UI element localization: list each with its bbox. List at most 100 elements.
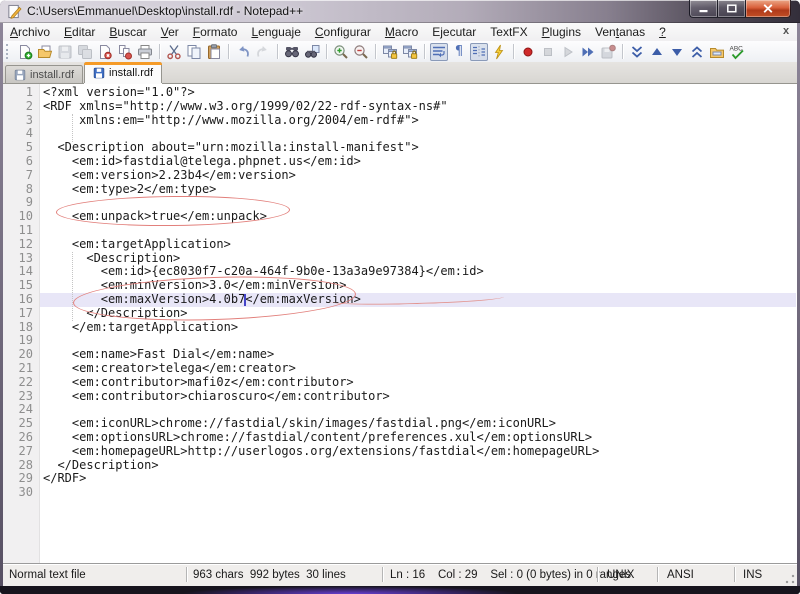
sync-vertical-icon[interactable] xyxy=(381,43,399,61)
code-line-3: 3 xmlns:em="http://www.mozilla.org/2004/… xyxy=(3,113,797,128)
status-encoding[interactable]: ANSI xyxy=(667,564,694,586)
line-number[interactable]: 11 xyxy=(3,223,39,238)
code-line-5: 5 <Description about="urn:mozilla:instal… xyxy=(3,140,797,155)
menu-plugins[interactable]: Plugins xyxy=(535,23,588,41)
line-number[interactable]: 4 xyxy=(3,127,39,141)
line-number[interactable]: 7 xyxy=(3,168,39,183)
menu-archivo[interactable]: Archivo xyxy=(3,23,57,41)
cut-icon[interactable] xyxy=(165,43,183,61)
editor-area[interactable]: 1 <?xml version="1.0"?> 2 <RDF xmlns="http:… xyxy=(3,84,797,563)
status-insert-mode[interactable]: INS xyxy=(743,564,762,586)
replace-icon[interactable] xyxy=(303,43,321,61)
menu-ejecutar[interactable]: Ejecutar xyxy=(425,23,483,41)
paste-icon[interactable] xyxy=(205,43,223,61)
close-file-icon[interactable] xyxy=(96,43,114,61)
line-number[interactable]: 22 xyxy=(3,375,39,390)
line-number[interactable]: 10 xyxy=(3,209,39,224)
uncollapse-all-icon[interactable] xyxy=(688,43,706,61)
line-number[interactable]: 26 xyxy=(3,430,39,445)
menu-bar: Archivo Editar Buscar Ver Formato Lenguaje Con… xyxy=(3,23,797,41)
toolbar-grip[interactable] xyxy=(6,44,12,59)
tab-2-active[interactable]: install.rdf xyxy=(84,62,163,83)
line-number[interactable]: 29 xyxy=(3,472,39,486)
window-controls xyxy=(689,0,791,18)
menu-ayuda[interactable]: ? xyxy=(652,23,673,41)
sync-horizontal-icon[interactable] xyxy=(401,43,419,61)
function-completion-icon[interactable] xyxy=(490,43,508,61)
save-all-icon xyxy=(76,43,94,61)
menu-macro[interactable]: Macro xyxy=(378,23,425,41)
menu-ver[interactable]: Ver xyxy=(154,23,186,41)
record-macro-icon[interactable] xyxy=(519,43,537,61)
line-number[interactable]: 17 xyxy=(3,306,39,321)
close-document-icon[interactable]: x xyxy=(779,23,793,41)
line-text: <RDF xmlns="http://www.w3.org/1999/02/22… xyxy=(43,98,448,113)
menu-textfx[interactable]: TextFX xyxy=(483,23,534,41)
line-number[interactable]: 24 xyxy=(3,403,39,417)
run-macro-multiple-icon[interactable] xyxy=(579,43,597,61)
doc-switcher-icon[interactable] xyxy=(708,43,726,61)
print-icon[interactable] xyxy=(136,43,154,61)
line-number[interactable]: 9 xyxy=(3,196,39,210)
line-number[interactable]: 1 xyxy=(3,85,39,100)
code-line-6: 6 <em:id>fastdial@telega.phpnet.us</em:i… xyxy=(3,154,797,169)
line-number[interactable]: 13 xyxy=(3,251,39,266)
line-number[interactable]: 18 xyxy=(3,320,39,335)
word-wrap-icon[interactable] xyxy=(430,42,448,61)
next-result-icon[interactable] xyxy=(668,43,686,61)
close-button[interactable] xyxy=(746,0,791,18)
zoom-out-icon[interactable] xyxy=(352,43,370,61)
line-number[interactable]: 21 xyxy=(3,361,39,376)
undo-icon[interactable] xyxy=(234,43,252,61)
line-text: </Description> xyxy=(43,457,159,472)
line-number[interactable]: 27 xyxy=(3,444,39,459)
close-all-icon[interactable] xyxy=(116,43,134,61)
line-text xyxy=(39,224,43,238)
spell-check-icon[interactable]: ABC xyxy=(728,43,746,61)
status-eol-format[interactable]: UNIX xyxy=(607,564,634,586)
line-number[interactable]: 23 xyxy=(3,389,39,404)
line-number[interactable]: 19 xyxy=(3,334,39,348)
menu-editar[interactable]: Editar xyxy=(57,23,102,41)
collapse-all-icon[interactable] xyxy=(628,43,646,61)
indent-guide-icon[interactable] xyxy=(470,42,488,61)
line-number[interactable]: 28 xyxy=(3,458,39,473)
line-number[interactable]: 15 xyxy=(3,278,39,293)
line-number[interactable]: 16 xyxy=(3,292,39,307)
menu-lenguaje[interactable]: Lenguaje xyxy=(244,23,307,41)
zoom-in-icon[interactable] xyxy=(332,43,350,61)
menu-configurar[interactable]: Configurar xyxy=(308,23,378,41)
saved-file-icon xyxy=(93,67,105,79)
copy-icon[interactable] xyxy=(185,43,203,61)
menu-formato[interactable]: Formato xyxy=(186,23,245,41)
code-line-27: 27 <em:homepageURL>http://userlogos.org/… xyxy=(3,444,797,459)
line-number[interactable]: 8 xyxy=(3,182,39,197)
prev-result-icon[interactable] xyxy=(648,43,666,61)
line-number[interactable]: 5 xyxy=(3,140,39,155)
line-number[interactable]: 3 xyxy=(3,113,39,128)
maximize-button[interactable] xyxy=(717,0,746,18)
save-macro-icon xyxy=(599,43,617,61)
title-bar[interactable]: C:\Users\Emmanuel\Desktop\install.rdf - … xyxy=(0,0,800,23)
show-all-chars-icon[interactable]: ¶ xyxy=(450,43,468,61)
new-file-icon[interactable] xyxy=(16,43,34,61)
play-macro-icon xyxy=(559,43,577,61)
menu-buscar[interactable]: Buscar xyxy=(102,23,153,41)
saved-file-icon xyxy=(14,69,26,81)
find-icon[interactable] xyxy=(283,43,301,61)
stop-macro-icon xyxy=(539,43,557,61)
line-number[interactable]: 2 xyxy=(3,99,39,114)
tab-1[interactable]: install.rdf xyxy=(5,65,84,83)
line-number[interactable]: 25 xyxy=(3,416,39,431)
open-file-icon[interactable] xyxy=(36,43,54,61)
line-number[interactable]: 6 xyxy=(3,154,39,169)
status-separator xyxy=(186,567,187,582)
resize-grip[interactable] xyxy=(785,574,795,584)
line-number[interactable]: 30 xyxy=(3,485,39,500)
line-number[interactable]: 20 xyxy=(3,347,39,362)
menu-ventanas[interactable]: Ventanas xyxy=(588,23,652,41)
line-number[interactable]: 12 xyxy=(3,237,39,252)
minimize-button[interactable] xyxy=(689,0,717,18)
line-number[interactable]: 14 xyxy=(3,265,39,279)
tab-bar: install.rdf install.rdf xyxy=(3,62,797,84)
